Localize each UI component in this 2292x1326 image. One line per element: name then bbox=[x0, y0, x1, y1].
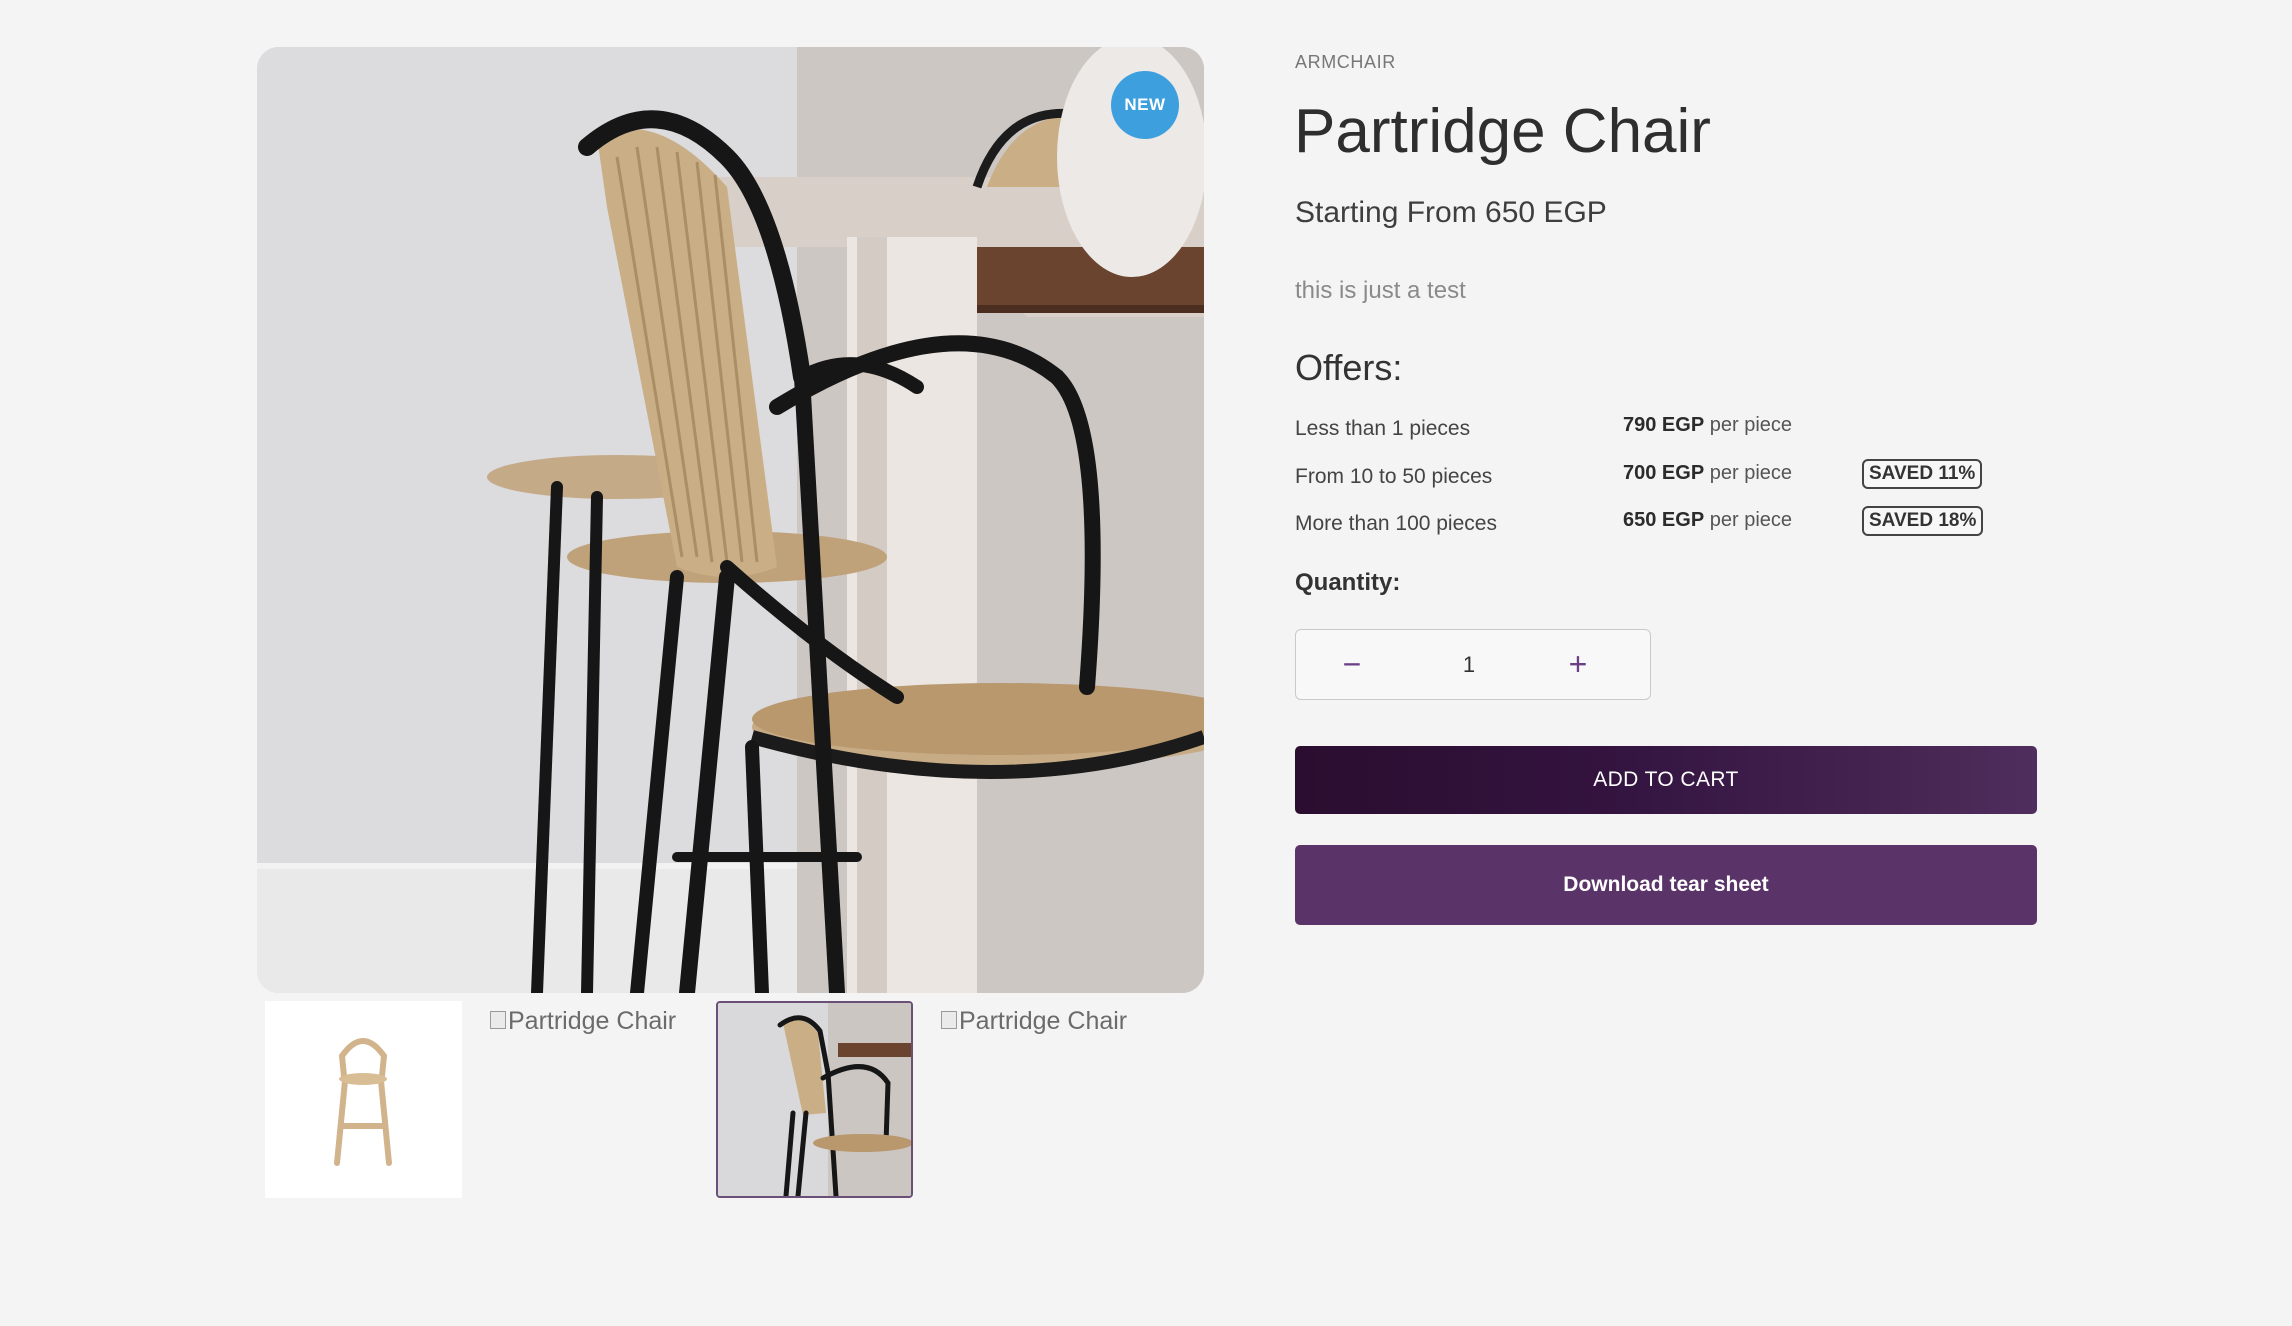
offers-heading: Offers: bbox=[1295, 347, 1403, 388]
thumbnail-4[interactable]: Partridge Chair bbox=[941, 1001, 1138, 1198]
increase-quantity-button[interactable]: + bbox=[1548, 630, 1608, 699]
thumbnail-2[interactable]: Partridge Chair bbox=[490, 1001, 687, 1198]
thumbnail-alt-text: Partridge Chair bbox=[508, 1007, 677, 1035]
download-tear-sheet-button[interactable]: Download tear sheet bbox=[1295, 845, 2037, 925]
new-badge: NEW bbox=[1111, 71, 1179, 139]
offer-price: 650 EGP per piece bbox=[1623, 509, 1793, 531]
product-page: NEW Partridge Chair Partridge Chair ARMC… bbox=[0, 0, 2292, 1326]
offer-row: Less than 1 pieces 790 EGP per piece bbox=[1295, 407, 2015, 447]
thumbnail-3-selected[interactable] bbox=[716, 1001, 913, 1198]
decrease-quantity-button[interactable]: − bbox=[1322, 630, 1382, 699]
offer-price: 700 EGP per piece bbox=[1623, 462, 1793, 484]
offer-quantity-range: From 10 to 50 pieces bbox=[1295, 465, 1493, 488]
offer-row: From 10 to 50 pieces 700 EGP per piece S… bbox=[1295, 455, 2015, 495]
broken-image-icon bbox=[941, 1011, 957, 1029]
offer-quantity-range: Less than 1 pieces bbox=[1295, 417, 1471, 440]
add-to-cart-button[interactable]: ADD TO CART bbox=[1295, 746, 2037, 814]
offer-price: 790 EGP per piece bbox=[1623, 414, 1793, 436]
offer-quantity-range: More than 100 pieces bbox=[1295, 512, 1497, 535]
stool-thumbnail-image bbox=[334, 1038, 392, 1166]
product-category: ARMCHAIR bbox=[1295, 52, 1396, 72]
chair-thumbnail-image bbox=[718, 1003, 911, 1196]
product-description: this is just a test bbox=[1295, 277, 1466, 304]
product-title: Partridge Chair bbox=[1294, 97, 1711, 166]
product-price: Starting From 650 EGP bbox=[1295, 196, 1607, 229]
thumbnail-alt-text: Partridge Chair bbox=[959, 1007, 1128, 1035]
offer-row: More than 100 pieces 650 EGP per piece S… bbox=[1295, 502, 2015, 542]
thumbnail-1[interactable] bbox=[265, 1001, 462, 1198]
quantity-stepper: − 1 + bbox=[1295, 629, 1651, 700]
quantity-input[interactable]: 1 bbox=[1446, 652, 1492, 678]
broken-image-icon bbox=[490, 1011, 506, 1029]
main-product-image bbox=[257, 47, 1204, 993]
saved-badge: SAVED 11% bbox=[1862, 459, 1983, 489]
quantity-label: Quantity: bbox=[1295, 569, 1401, 596]
saved-badge: SAVED 18% bbox=[1862, 506, 1984, 536]
